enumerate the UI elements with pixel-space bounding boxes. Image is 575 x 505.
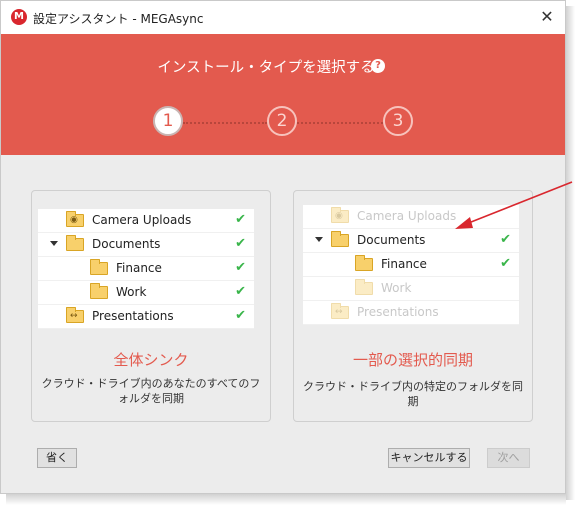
annotation-arrow-shaft: [465, 181, 573, 225]
annotation-arrow-icon: [455, 181, 573, 229]
annotation-arrow-head: [455, 217, 473, 229]
